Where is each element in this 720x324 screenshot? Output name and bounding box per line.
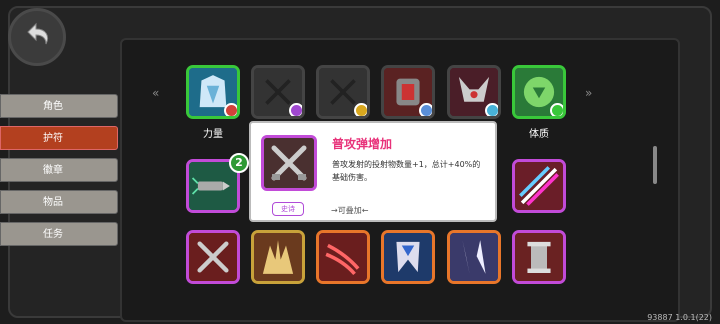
pillar-icon — [515, 233, 563, 281]
slash-blades-icon — [515, 162, 563, 210]
red-claw-icon — [319, 233, 367, 281]
talisman-slot[interactable] — [186, 230, 240, 284]
talisman-slot[interactable] — [251, 65, 305, 119]
crossed-guns-icon — [261, 135, 317, 191]
element-badge — [354, 103, 367, 116]
version-label: 93887 1.0.1(22) — [647, 313, 712, 322]
talisman-slot[interactable] — [381, 230, 435, 284]
talisman-slot[interactable] — [316, 65, 370, 119]
talisman-slot[interactable] — [316, 230, 370, 284]
scrollbar[interactable] — [653, 146, 657, 184]
tab-badge[interactable]: 徽章 — [0, 158, 118, 182]
tab-character[interactable]: 角色 — [0, 94, 118, 118]
rarity-badge: 史诗 — [272, 202, 304, 216]
talisman-slot[interactable] — [381, 65, 435, 119]
bullet-icon — [189, 162, 237, 210]
stat-label: 力量 — [203, 129, 223, 140]
element-badge — [419, 103, 432, 116]
ice-slash-icon — [450, 233, 498, 281]
tooltip-description: 普攻发射的投射物数量+1，总计+40%的基础伤害。 — [332, 160, 481, 182]
fang-icon — [384, 233, 432, 281]
arrow-left-icon: « — [152, 86, 160, 100]
element-badge — [485, 103, 498, 116]
talisman-slot[interactable] — [186, 65, 240, 119]
talisman-slot[interactable] — [512, 159, 566, 213]
tab-talisman[interactable]: 护符 — [0, 126, 118, 150]
flame-spikes-icon — [254, 233, 302, 281]
tab-items[interactable]: 物品 — [0, 190, 118, 214]
tooltip-title: 普攻弹增加 — [332, 137, 393, 151]
crossed-guns-icon — [189, 233, 237, 281]
element-badge — [224, 103, 237, 116]
arrow-right-icon: » — [585, 86, 593, 100]
stat-label: 体质 — [529, 129, 549, 140]
item-tooltip: 普攻弹增加 普攻发射的投射物数量+1，总计+40%的基础伤害。 史诗 →可叠加← — [249, 121, 497, 222]
element-badge — [550, 103, 563, 116]
talisman-slot[interactable] — [512, 230, 566, 284]
element-badge — [289, 103, 302, 116]
talisman-slot[interactable] — [447, 230, 501, 284]
talisman-slot[interactable] — [512, 65, 566, 119]
stack-count-badge: 2 — [229, 153, 249, 173]
talisman-slot[interactable] — [251, 230, 305, 284]
back-arrow-icon — [20, 18, 54, 56]
back-button[interactable] — [8, 8, 66, 66]
side-tabs: 角色 护符 徽章 物品 任务 — [0, 94, 118, 254]
stackable-label: →可叠加← — [331, 206, 369, 215]
tab-quests[interactable]: 任务 — [0, 222, 118, 246]
talisman-slot[interactable] — [447, 65, 501, 119]
